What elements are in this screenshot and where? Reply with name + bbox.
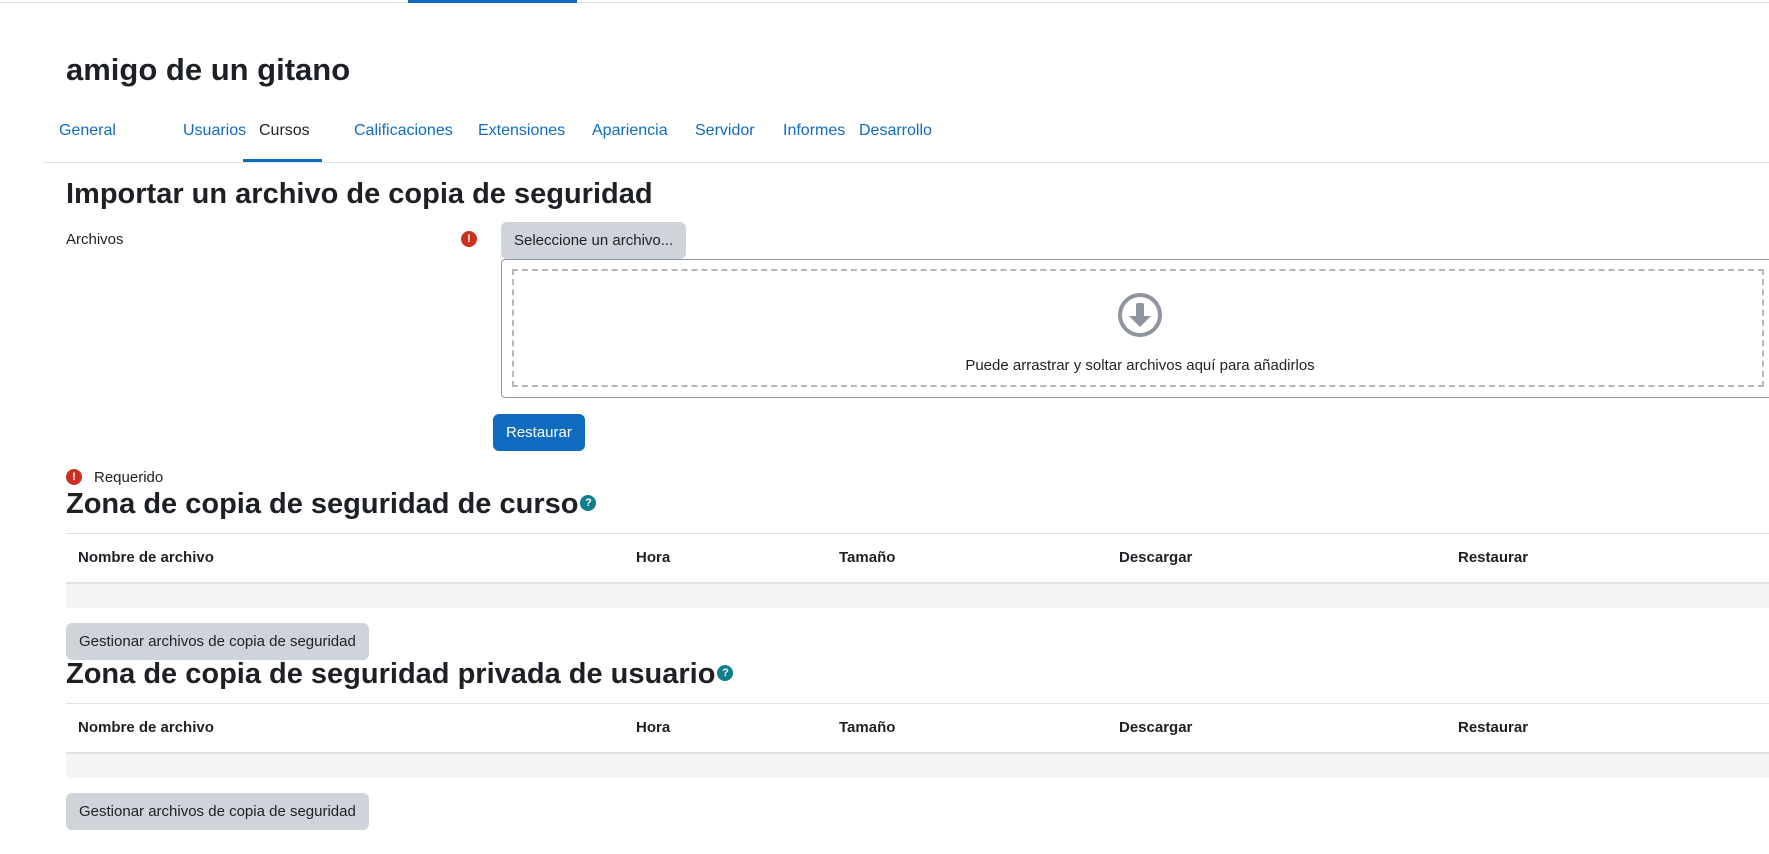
manage-user-backups-button[interactable]: Gestionar archivos de copia de seguridad <box>66 793 369 830</box>
choose-file-button[interactable]: Seleccione un archivo... <box>501 222 687 259</box>
table-row <box>66 754 1769 778</box>
drop-instructions: Puede arrastrar y soltar archivos aquí p… <box>965 357 1315 374</box>
files-label: Archivos <box>66 231 124 248</box>
column-size: Tamaño <box>839 549 896 566</box>
import-heading: Importar un archivo de copia de segurida… <box>66 178 653 210</box>
top-nav-active-indicator <box>408 0 577 3</box>
restore-button[interactable]: Restaurar <box>493 414 585 451</box>
drop-zone[interactable]: Puede arrastrar y soltar archivos aquí p… <box>512 269 1764 387</box>
tab-apariencia[interactable]: Apariencia <box>576 113 684 162</box>
required-icon: ! <box>461 231 477 247</box>
help-icon[interactable]: ? <box>717 665 734 682</box>
column-time: Hora <box>636 719 671 736</box>
column-download: Descargar <box>1119 549 1193 566</box>
column-restore: Restaurar <box>1458 549 1529 566</box>
table-header: Nombre de archivo Hora Tamaño Descargar … <box>66 703 1769 754</box>
admin-tabs: General Usuarios Cursos Calificaciones E… <box>43 113 1769 163</box>
tab-general[interactable]: General <box>43 113 132 162</box>
required-legend-icon: ! <box>66 469 82 485</box>
column-download: Descargar <box>1119 719 1193 736</box>
column-filename: Nombre de archivo <box>78 719 214 736</box>
required-legend-text: Requerido <box>94 469 164 486</box>
user-backup-heading-text: Zona de copia de seguridad privada de us… <box>66 658 716 690</box>
column-restore: Restaurar <box>1458 719 1529 736</box>
download-arrow-icon <box>1118 293 1162 337</box>
user-backup-heading: Zona de copia de seguridad privada de us… <box>66 658 734 691</box>
column-size: Tamaño <box>839 719 896 736</box>
table-header: Nombre de archivo Hora Tamaño Descargar … <box>66 533 1769 584</box>
column-filename: Nombre de archivo <box>78 549 214 566</box>
tab-extensiones[interactable]: Extensiones <box>462 113 581 162</box>
table-row <box>66 584 1769 608</box>
manage-course-backups-button[interactable]: Gestionar archivos de copia de seguridad <box>66 623 369 660</box>
page-title: amigo de un gitano <box>66 52 351 87</box>
course-backup-table: Nombre de archivo Hora Tamaño Descargar … <box>66 533 1769 608</box>
column-time: Hora <box>636 549 671 566</box>
course-backup-heading-text: Zona de copia de seguridad de curso <box>66 488 579 520</box>
tab-cursos[interactable]: Cursos <box>243 113 322 162</box>
top-nav-border <box>0 2 1769 3</box>
tab-servidor[interactable]: Servidor <box>679 113 771 162</box>
help-icon[interactable]: ? <box>580 495 597 512</box>
file-manager: Puede arrastrar y soltar archivos aquí p… <box>501 259 1769 398</box>
user-backup-table: Nombre de archivo Hora Tamaño Descargar … <box>66 703 1769 778</box>
tab-desarrollo[interactable]: Desarrollo <box>843 113 948 162</box>
course-backup-heading: Zona de copia de seguridad de curso? <box>66 488 597 521</box>
tab-calificaciones[interactable]: Calificaciones <box>338 113 469 162</box>
